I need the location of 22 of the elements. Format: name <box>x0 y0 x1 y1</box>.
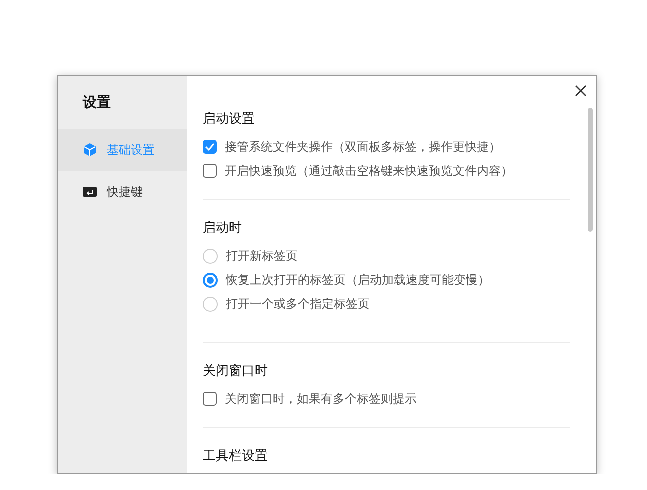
option-label: 打开新标签页 <box>226 248 298 264</box>
checkbox[interactable] <box>203 164 217 178</box>
dialog-title: 设置 <box>83 94 111 113</box>
section-heading: 启动时 <box>203 220 242 238</box>
radio-button[interactable] <box>203 296 218 312</box>
keyboard-icon <box>83 187 97 197</box>
radio-button[interactable] <box>203 248 218 264</box>
option-label: 恢复上次打开的标签页（启动加载速度可能变慢） <box>226 272 490 288</box>
checkbox[interactable] <box>203 140 217 154</box>
option-label: 开启快速预览（通过敲击空格键来快速预览文件内容） <box>225 162 513 180</box>
scrollbar[interactable] <box>588 108 593 232</box>
option-label: 打开一个或多个指定标签页 <box>226 296 370 312</box>
section-heading: 关闭窗口时 <box>203 363 268 381</box>
sidebar-item[interactable]: 快捷键 <box>58 171 187 213</box>
section-heading: 启动设置 <box>203 111 255 129</box>
section-heading: 工具栏设置 <box>203 448 268 466</box>
option-label: 关闭窗口时，如果有多个标签则提示 <box>225 390 417 408</box>
checkbox[interactable] <box>203 392 217 406</box>
cube-icon <box>83 143 97 157</box>
close-icon[interactable] <box>575 85 587 97</box>
option-label: 接管系统文件夹操作（双面板多标签，操作更快捷） <box>225 138 501 156</box>
radio-button[interactable] <box>203 272 218 288</box>
